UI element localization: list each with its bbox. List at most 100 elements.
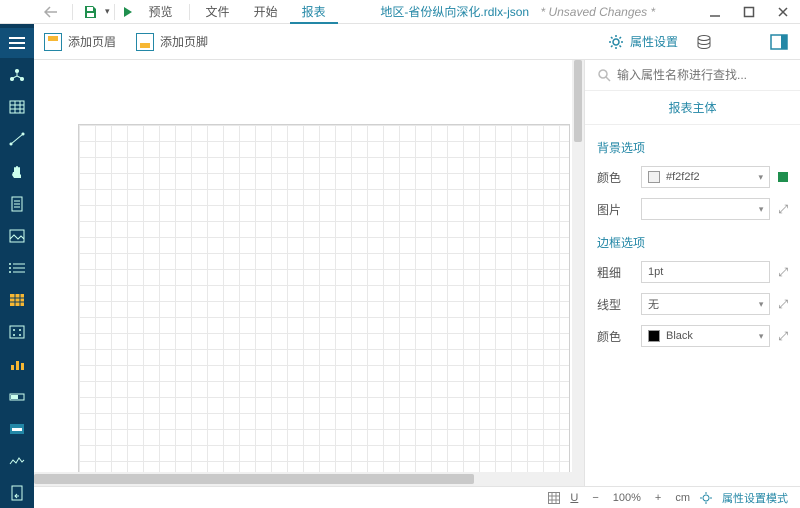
sidebar-item-subreport[interactable] (0, 478, 34, 508)
save-button[interactable] (77, 5, 103, 19)
prop-row-bg-image: 图片 ▾ ⤢ (597, 198, 788, 220)
prop-row-bg-color: 颜色 #f2f2f2 ▾ (597, 166, 788, 188)
prop-label-image: 图片 (597, 201, 633, 218)
border-color-value: Black (666, 330, 693, 342)
section-title-border: 边框选项 (597, 234, 788, 251)
prop-row-border-width: 粗细 1pt ⤢ (597, 261, 788, 283)
preview-play-icon[interactable] (119, 6, 137, 18)
properties-panel-label: 属性设置 (630, 33, 678, 50)
ribbon: 添加页眉 添加页脚 属性设置 (34, 24, 800, 60)
color-swatch (648, 171, 660, 183)
property-search-input[interactable] (617, 68, 788, 82)
sidebar-item-spark[interactable] (0, 446, 34, 476)
tab-report[interactable]: 报表 (290, 1, 338, 24)
sidebar-item-line[interactable] (0, 124, 34, 154)
color-indicator[interactable] (778, 172, 788, 182)
scrollbar-thumb[interactable] (574, 60, 582, 142)
selection-breadcrumb[interactable]: 报表主体 (585, 91, 800, 125)
zoom-in-button[interactable]: + (651, 492, 665, 504)
sidebar-item-doc[interactable] (0, 189, 34, 219)
expand-icon[interactable]: ⤢ (778, 297, 788, 312)
document-title: 地区-省份纵向深化.rdlx-json * Unsaved Changes * (338, 3, 698, 20)
expand-icon[interactable]: ⤢ (778, 265, 788, 280)
sidebar-item-matrix[interactable] (0, 317, 34, 347)
left-sidebar (0, 24, 34, 508)
unsaved-indicator: * Unsaved Changes * (540, 5, 655, 19)
property-search[interactable] (585, 60, 800, 91)
border-color-field[interactable]: Black ▾ (641, 325, 770, 347)
border-width-value: 1pt (648, 266, 663, 278)
window-close-button[interactable] (766, 0, 800, 24)
bg-image-field[interactable]: ▾ (641, 198, 770, 220)
add-page-footer-button[interactable]: 添加页脚 (126, 33, 218, 51)
border-style-value: 无 (648, 296, 659, 312)
canvas-area[interactable] (34, 60, 584, 486)
separator (189, 4, 190, 20)
zoom-value: 100% (613, 492, 641, 504)
sidebar-item-hamburger[interactable] (0, 28, 34, 58)
sidebar-item-nodes[interactable] (0, 60, 34, 90)
page-header-icon (44, 33, 62, 51)
separator (72, 4, 73, 20)
magnet-icon[interactable]: U (570, 492, 578, 504)
page-footer-icon (136, 33, 154, 51)
panel-toggle-icon (770, 34, 788, 50)
tab-file[interactable]: 文件 (194, 0, 242, 23)
border-style-field[interactable]: 无 ▾ (641, 293, 770, 315)
color-swatch (648, 330, 660, 342)
search-icon (597, 68, 611, 82)
sidebar-item-image[interactable] (0, 221, 34, 251)
unit-label[interactable]: cm (675, 492, 690, 504)
sidebar-item-list[interactable] (0, 253, 34, 283)
zoom-out-button[interactable]: − (588, 492, 602, 504)
titlebar: ▾ 预览 文件 开始 报表 地区-省份纵向深化.rdlx-json * Unsa… (0, 0, 800, 24)
properties-panel: 报表主体 背景选项 颜色 #f2f2f2 ▾ 图片 ▾ ⤢ 边框选项 (584, 60, 800, 486)
document-title-text: 地区-省份纵向深化.rdlx-json (380, 5, 529, 19)
add-page-header-button[interactable]: 添加页眉 (34, 33, 126, 51)
sidebar-item-gauge[interactable] (0, 382, 34, 412)
expand-icon[interactable]: ⤢ (778, 202, 788, 217)
separator (114, 4, 115, 20)
mode-icon[interactable] (700, 492, 712, 504)
window-minimize-button[interactable] (698, 0, 732, 24)
mode-label[interactable]: 属性设置模式 (722, 490, 788, 506)
tab-preview[interactable]: 预览 (137, 0, 185, 23)
expand-icon[interactable]: ⤢ (778, 329, 788, 344)
sidebar-item-table[interactable] (0, 285, 34, 315)
prop-row-border-color: 颜色 Black ▾ ⤢ (597, 325, 788, 347)
vertical-scrollbar[interactable] (572, 60, 584, 472)
grid-toggle-icon[interactable] (548, 492, 560, 504)
tab-start[interactable]: 开始 (242, 0, 290, 23)
chevron-down-icon: ▾ (758, 172, 763, 183)
database-icon (696, 34, 712, 50)
border-width-field[interactable]: 1pt (641, 261, 770, 283)
nav-back-icon[interactable] (34, 6, 68, 18)
prop-label-color: 颜色 (597, 169, 633, 186)
chevron-down-icon: ▾ (759, 204, 764, 215)
add-page-footer-label: 添加页脚 (160, 33, 208, 50)
status-bar: U − 100% + cm 属性设置模式 (34, 486, 800, 508)
sidebar-item-band[interactable] (0, 414, 34, 444)
data-panel-button[interactable] (696, 34, 712, 50)
prop-label-color: 颜色 (597, 328, 633, 345)
prop-row-border-style: 线型 无 ▾ ⤢ (597, 293, 788, 315)
window-maximize-button[interactable] (732, 0, 766, 24)
prop-label-style: 线型 (597, 296, 633, 313)
sidebar-item-grid[interactable] (0, 92, 34, 122)
horizontal-scrollbar[interactable] (34, 472, 584, 486)
add-page-header-label: 添加页眉 (68, 33, 116, 50)
bg-color-value: #f2f2f2 (666, 171, 700, 183)
toggle-panel-button[interactable] (730, 34, 788, 50)
report-page[interactable] (78, 124, 570, 486)
save-dropdown-icon[interactable]: ▾ (105, 6, 110, 17)
gear-icon (608, 34, 624, 50)
bg-color-field[interactable]: #f2f2f2 ▾ (641, 166, 770, 188)
chevron-down-icon: ▾ (759, 331, 764, 342)
properties-panel-button[interactable]: 属性设置 (608, 33, 678, 50)
prop-label-width: 粗细 (597, 264, 633, 281)
sidebar-item-hand[interactable] (0, 157, 34, 187)
sidebar-item-barchart[interactable] (0, 349, 34, 379)
section-title-background: 背景选项 (597, 139, 788, 156)
main-area: 报表主体 背景选项 颜色 #f2f2f2 ▾ 图片 ▾ ⤢ 边框选项 (0, 60, 800, 486)
scrollbar-thumb[interactable] (34, 474, 474, 484)
